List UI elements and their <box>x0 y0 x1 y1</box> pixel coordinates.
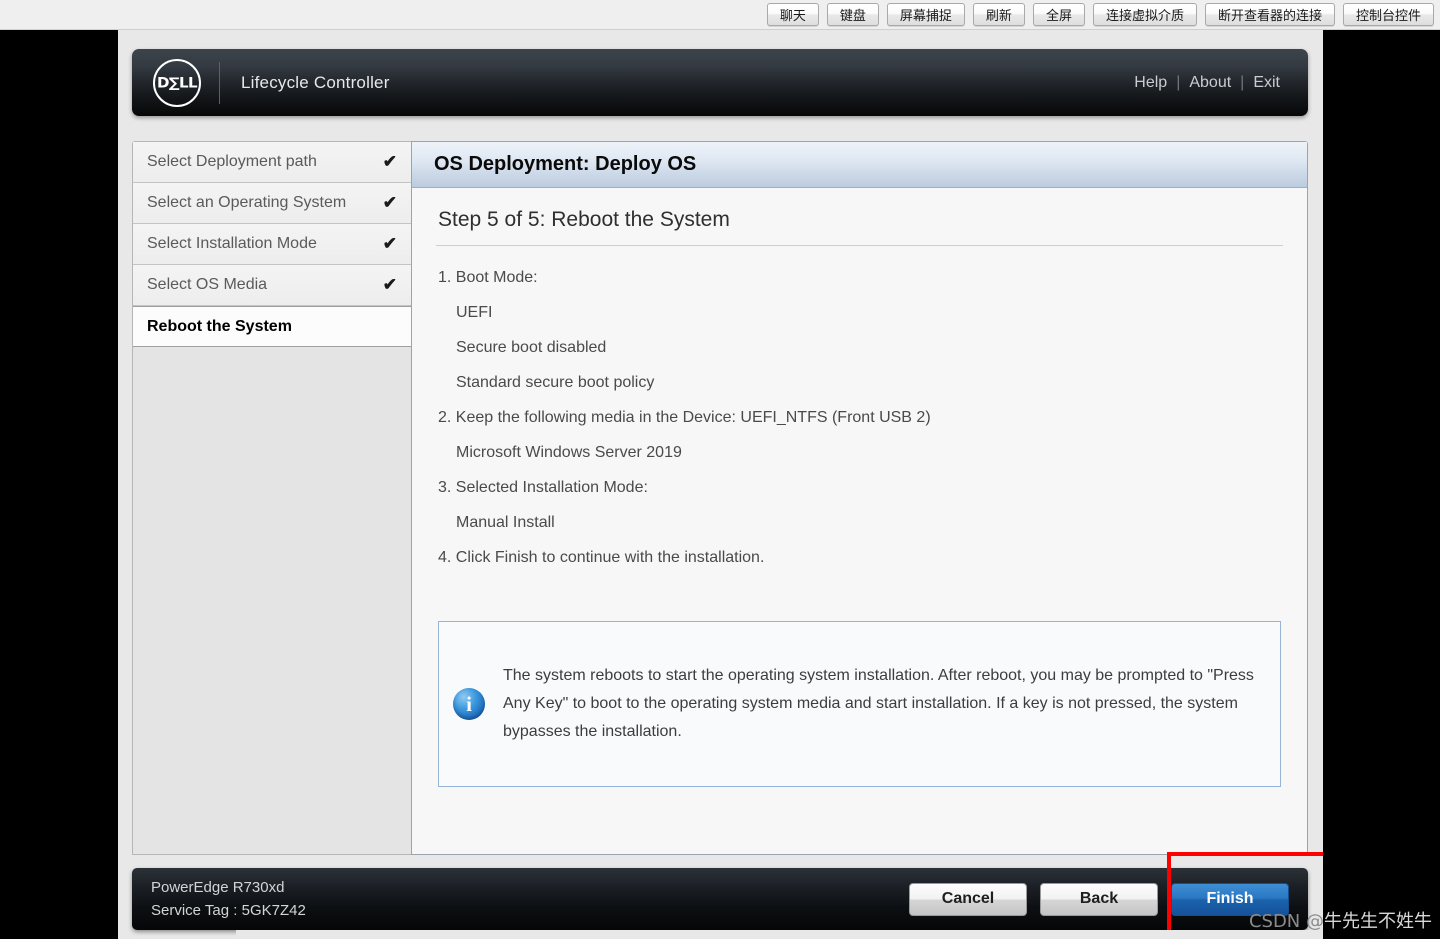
list-item: 4. Click Finish to continue with the ins… <box>438 549 765 566</box>
app-title: Lifecycle Controller <box>241 72 390 92</box>
remote-console-toolbar: 聊天 键盘 屏幕捕捉 刷新 全屏 连接虚拟介质 断开查看器的连接 控制台控件 <box>0 0 1440 30</box>
sidebar-item-select-deployment-path[interactable]: Select Deployment path ✔ <box>133 142 411 183</box>
app-header: D∑LL Lifecycle Controller Help | About |… <box>132 49 1308 116</box>
list-item: UEFI <box>456 304 493 321</box>
dell-logo-text: D∑LL <box>157 74 198 91</box>
chat-button[interactable]: 聊天 <box>766 3 819 26</box>
fullscreen-button[interactable]: 全屏 <box>1032 3 1085 26</box>
watermark-author: 牛先生不姓牛 <box>1324 911 1432 932</box>
cancel-button[interactable]: Cancel <box>909 882 1027 916</box>
instruction-list: 1. Boot Mode: UEFI Secure boot disabled … <box>436 246 1283 575</box>
list-item: Microsoft Windows Server 2019 <box>456 444 682 461</box>
about-link[interactable]: About <box>1189 74 1231 92</box>
header-links: Help | About | Exit <box>1134 74 1280 92</box>
system-model: PowerEdge R730xd <box>151 879 285 896</box>
sidebar-item-label: Reboot the System <box>147 317 292 335</box>
header-link-separator-2: | <box>1240 73 1245 91</box>
system-info: PowerEdge R730xd Service Tag : 5GK7Z42 <box>151 876 306 922</box>
sidebar-item-label: Select OS Media <box>147 276 268 293</box>
list-item: Secure boot disabled <box>456 339 607 356</box>
check-icon: ✔ <box>382 275 397 294</box>
check-icon: ✔ <box>382 234 397 253</box>
app-body: Select Deployment path ✔ Select an Opera… <box>132 141 1308 855</box>
sidebar-filler <box>133 347 411 854</box>
connect-virtual-media-button[interactable]: 连接虚拟介质 <box>1092 3 1197 26</box>
header-link-separator-1: | <box>1176 73 1181 91</box>
wizard-sidebar: Select Deployment path ✔ Select an Opera… <box>132 141 411 855</box>
dell-logo-icon: D∑LL <box>153 58 201 107</box>
lifecycle-controller-app: D∑LL Lifecycle Controller Help | About |… <box>118 30 1323 939</box>
console-controls-button[interactable]: 控制台控件 <box>1342 3 1434 26</box>
keyboard-button[interactable]: 键盘 <box>826 3 879 26</box>
service-tag: Service Tag : 5GK7Z42 <box>151 902 306 919</box>
disconnect-viewer-button[interactable]: 断开查看器的连接 <box>1204 3 1335 26</box>
page-title: OS Deployment: Deploy OS <box>412 142 1307 188</box>
refresh-button[interactable]: 刷新 <box>972 3 1025 26</box>
bottom-strip <box>236 930 1323 939</box>
info-icon: i <box>453 688 485 720</box>
sidebar-item-label: Select Installation Mode <box>147 235 317 252</box>
sidebar-item-select-installation-mode[interactable]: Select Installation Mode ✔ <box>133 224 411 265</box>
sidebar-item-reboot-the-system[interactable]: Reboot the System <box>133 306 411 347</box>
header-divider <box>219 61 220 104</box>
screen-capture-button[interactable]: 屏幕捕捉 <box>886 3 965 26</box>
kvm-screen-area: D∑LL Lifecycle Controller Help | About |… <box>0 30 1440 939</box>
list-item: Manual Install <box>456 514 555 531</box>
sidebar-item-select-os-media[interactable]: Select OS Media ✔ <box>133 265 411 306</box>
footer-buttons: Cancel Back Finish <box>909 851 1323 934</box>
check-icon: ✔ <box>382 152 397 171</box>
exit-link[interactable]: Exit <box>1253 74 1280 92</box>
watermark-prefix: CSDN @ <box>1248 911 1324 932</box>
back-button[interactable]: Back <box>1040 882 1158 916</box>
info-message-box: i The system reboots to start the operat… <box>438 621 1281 787</box>
list-item: 3. Selected Installation Mode: <box>438 479 648 496</box>
sidebar-item-label: Select an Operating System <box>147 194 347 211</box>
sidebar-item-label: Select Deployment path <box>147 153 317 170</box>
list-item: 1. Boot Mode: <box>438 269 538 286</box>
step-heading: Step 5 of 5: Reboot the System <box>436 204 1283 246</box>
content-inner: Step 5 of 5: Reboot the System 1. Boot M… <box>412 188 1307 854</box>
list-item: Standard secure boot policy <box>456 374 655 391</box>
sidebar-item-select-an-operating-system[interactable]: Select an Operating System ✔ <box>133 183 411 224</box>
app-footer: PowerEdge R730xd Service Tag : 5GK7Z42 C… <box>132 851 1323 934</box>
info-message-text: The system reboots to start the operatin… <box>503 667 1254 740</box>
content-panel: OS Deployment: Deploy OS Step 5 of 5: Re… <box>411 141 1308 855</box>
check-icon: ✔ <box>382 193 397 212</box>
watermark: CSDN @牛先生不姓牛 <box>1249 907 1432 933</box>
help-link[interactable]: Help <box>1134 74 1167 92</box>
list-item: 2. Keep the following media in the Devic… <box>438 409 931 426</box>
